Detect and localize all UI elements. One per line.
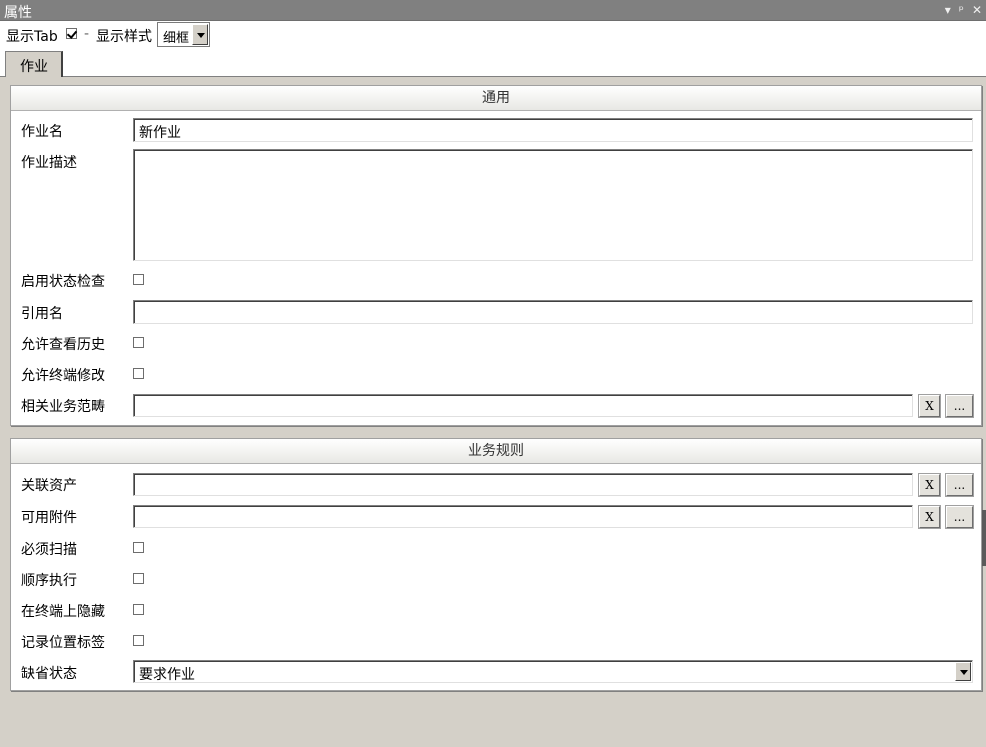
related-assets-label: 关联资产 bbox=[21, 478, 77, 494]
pin-icon[interactable]: ᵖ bbox=[959, 2, 964, 18]
display-style-value: 细框 bbox=[163, 31, 190, 46]
attachments-browse-button[interactable]: ... bbox=[945, 505, 974, 529]
record-location-label: 记录位置标签 bbox=[21, 635, 105, 651]
default-status-value: 要求作业 bbox=[139, 667, 195, 683]
tab-job[interactable]: 作业 bbox=[5, 51, 63, 77]
allow-terminal-edit-checkbox[interactable] bbox=[133, 368, 144, 379]
sequential-execution-checkbox[interactable] bbox=[133, 573, 144, 584]
enable-status-check-label: 启用状态检查 bbox=[21, 274, 105, 290]
panel-title: 属性 bbox=[4, 5, 32, 21]
reference-name-input[interactable] bbox=[133, 300, 973, 324]
panel-titlebar: 属性 ▾ ᵖ ✕ bbox=[0, 0, 986, 21]
job-description-label: 作业描述 bbox=[21, 155, 77, 171]
toolbar-separator: - bbox=[84, 26, 90, 42]
show-tab-checkbox[interactable] bbox=[66, 28, 77, 39]
job-name-value: 新作业 bbox=[139, 125, 181, 141]
hide-on-terminal-label: 在终端上隐藏 bbox=[21, 604, 105, 620]
job-name-label: 作业名 bbox=[21, 124, 63, 140]
display-style-label: 显示样式 bbox=[96, 29, 152, 45]
default-status-select[interactable]: 要求作业 bbox=[133, 660, 973, 683]
hide-on-terminal-checkbox[interactable] bbox=[133, 604, 144, 615]
dropdown-arrow-icon[interactable]: ▾ bbox=[945, 2, 951, 18]
attachments-input[interactable] bbox=[133, 505, 913, 528]
default-status-label: 缺省状态 bbox=[21, 666, 77, 682]
show-tab-label: 显示Tab bbox=[6, 29, 58, 45]
close-icon[interactable]: ✕ bbox=[972, 2, 982, 18]
business-rules-section-header[interactable]: 业务规则 bbox=[11, 439, 981, 464]
record-location-checkbox[interactable] bbox=[133, 635, 144, 646]
property-toolbar: 显示Tab - 显示样式 细框 bbox=[0, 21, 986, 49]
must-scan-checkbox[interactable] bbox=[133, 542, 144, 553]
business-scope-label: 相关业务范畴 bbox=[21, 399, 105, 415]
scrollbar-grip[interactable] bbox=[982, 510, 986, 566]
job-description-textarea[interactable] bbox=[133, 149, 973, 261]
must-scan-label: 必须扫描 bbox=[21, 542, 77, 558]
business-scope-browse-button[interactable]: ... bbox=[945, 394, 974, 418]
allow-terminal-edit-label: 允许终端修改 bbox=[21, 368, 105, 384]
business-scope-input[interactable] bbox=[133, 394, 913, 417]
reference-name-label: 引用名 bbox=[21, 306, 63, 322]
attachments-label: 可用附件 bbox=[21, 510, 77, 526]
related-assets-browse-button[interactable]: ... bbox=[945, 473, 974, 497]
chevron-down-icon[interactable] bbox=[192, 24, 208, 45]
allow-history-label: 允许查看历史 bbox=[21, 337, 105, 353]
related-assets-input[interactable] bbox=[133, 473, 913, 496]
job-name-input[interactable]: 新作业 bbox=[133, 118, 973, 142]
general-section: 通用 作业名 新作业 作业描述 启用状态检查 引用名 允许查看历史 允许终端修改… bbox=[10, 85, 982, 426]
tab-strip: 作业 bbox=[0, 49, 986, 77]
chevron-down-icon[interactable] bbox=[955, 662, 971, 681]
business-rules-section: 业务规则 关联资产 X ... 可用附件 X ... 必须扫描 顺序执行 在终端… bbox=[10, 438, 982, 691]
attachments-clear-button[interactable]: X bbox=[918, 505, 941, 529]
general-section-header[interactable]: 通用 bbox=[11, 86, 981, 111]
business-scope-clear-button[interactable]: X bbox=[918, 394, 941, 418]
display-style-select[interactable]: 细框 bbox=[157, 22, 210, 47]
allow-history-checkbox[interactable] bbox=[133, 337, 144, 348]
sequential-execution-label: 顺序执行 bbox=[21, 573, 77, 589]
related-assets-clear-button[interactable]: X bbox=[918, 473, 941, 497]
tab-job-label: 作业 bbox=[20, 59, 48, 75]
enable-status-check-checkbox[interactable] bbox=[133, 274, 144, 285]
